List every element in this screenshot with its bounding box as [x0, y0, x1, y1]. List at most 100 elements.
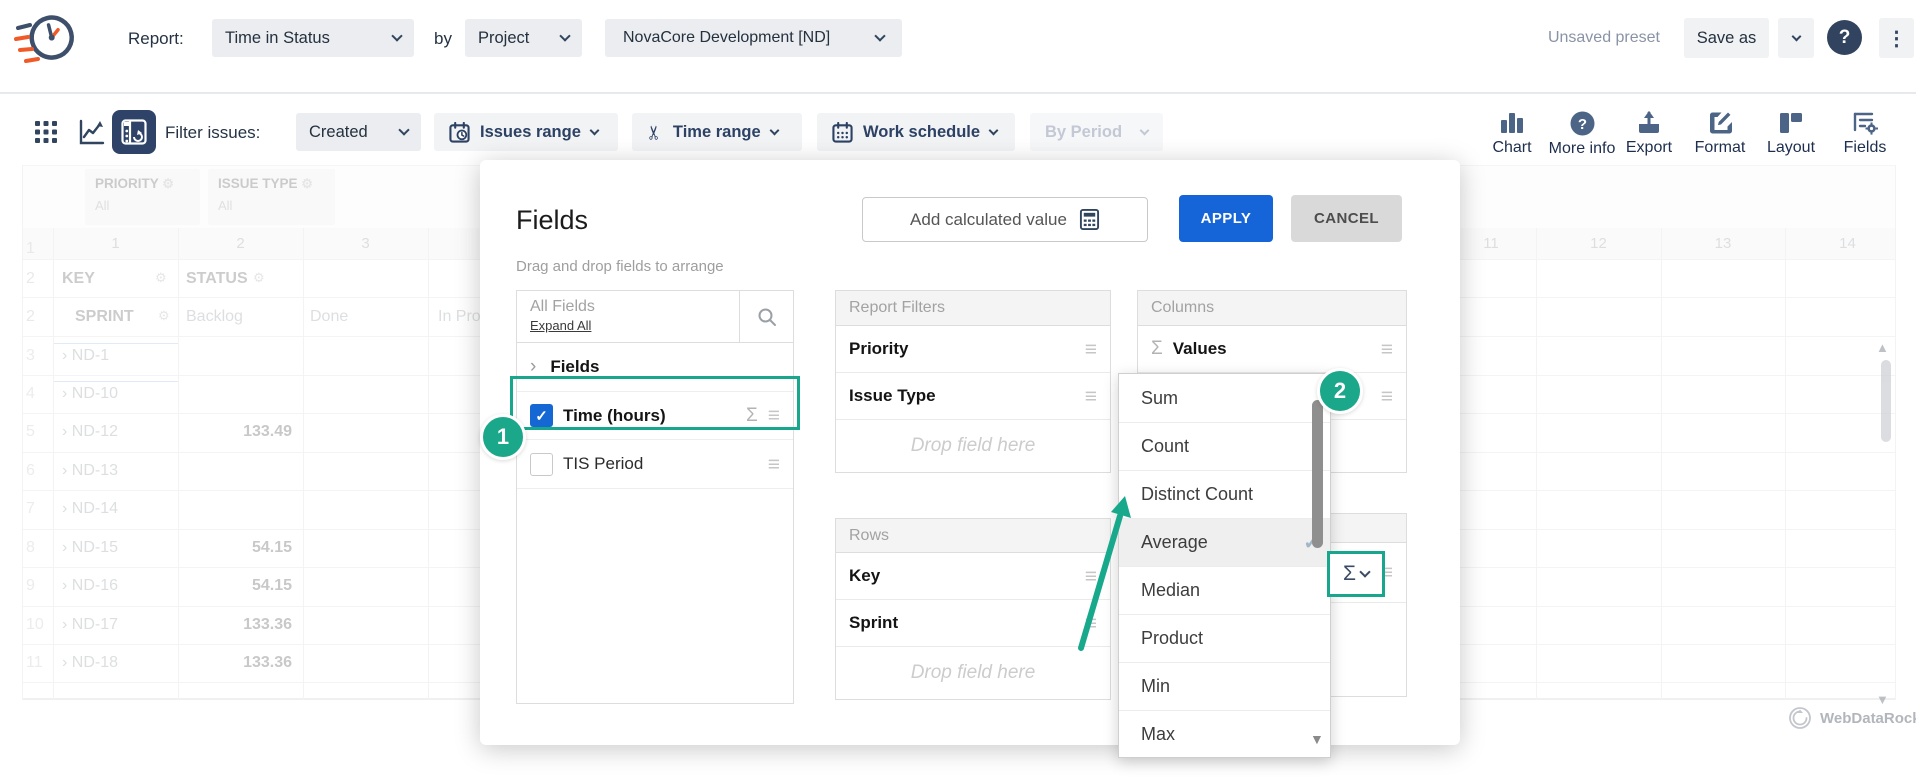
aggregation-selector-button[interactable]: Σ — [1327, 551, 1385, 597]
gear-icon[interactable]: ⚙ — [162, 176, 174, 191]
add-calculated-value-button[interactable]: Add calculated value — [862, 197, 1148, 242]
chart-view-button[interactable] — [72, 112, 112, 152]
question-circle-icon: ? — [1569, 110, 1596, 137]
aggregation-option-sum[interactable]: Sum — [1119, 374, 1330, 422]
grid-scrollbar[interactable]: ▲ ▼ — [1873, 340, 1897, 710]
grid-view-button[interactable] — [28, 114, 64, 150]
table-row[interactable]: › ND-14 — [62, 500, 118, 518]
gear-icon[interactable]: ⚙ — [158, 308, 170, 324]
help-button[interactable]: ? — [1827, 20, 1862, 55]
aggregation-option-max[interactable]: Max — [1119, 710, 1330, 757]
report-filters-panel: Report Filters Priority ≡ Issue Type ≡ D… — [835, 290, 1111, 473]
webdatarocks-watermark[interactable]: WebDataRocks — [1788, 706, 1916, 730]
expand-all-link[interactable]: Expand All — [530, 318, 739, 333]
calculator-icon — [1079, 209, 1100, 230]
field-search-button[interactable] — [739, 291, 793, 342]
apply-button[interactable]: APPLY — [1179, 195, 1273, 242]
drag-handle-icon[interactable]: ≡ — [768, 454, 780, 475]
gear-icon[interactable]: ⚙ — [301, 176, 313, 191]
chevron-down-icon — [589, 125, 599, 135]
aggregation-option-count[interactable]: Count — [1119, 422, 1330, 470]
aggregation-option-median[interactable]: Median — [1119, 566, 1330, 614]
row-number: 4 — [26, 385, 35, 403]
issues-range-chip[interactable]: Issues range — [434, 113, 618, 151]
kebab-menu-button[interactable]: ⋮ — [1879, 18, 1914, 58]
expander-icon[interactable]: › — [62, 654, 67, 671]
report-filters-dropzone[interactable]: Drop field here — [836, 420, 1110, 472]
table-row[interactable]: › ND-10 — [62, 385, 118, 403]
layout-action-button[interactable]: Layout — [1757, 110, 1825, 157]
save-as-dropdown-button[interactable] — [1778, 18, 1814, 58]
issue-key: ND-18 — [72, 654, 118, 671]
scroll-up-icon[interactable]: ▲ — [1876, 340, 1889, 355]
issue-type-filter-chip[interactable]: ISSUE TYPE ⚙ All — [208, 169, 335, 225]
step1-badge: 1 — [480, 414, 526, 460]
pivot-view-button[interactable] — [112, 110, 156, 154]
aggregation-option-product[interactable]: Product — [1119, 614, 1330, 662]
expander-icon[interactable]: › — [62, 500, 67, 517]
header-divider — [0, 92, 1916, 94]
time-range-chip[interactable]: ✂ Time range — [632, 113, 802, 151]
app-logo — [14, 8, 80, 70]
export-action-button[interactable]: Export — [1616, 110, 1682, 157]
chevron-down-icon — [1140, 125, 1150, 135]
format-action-button[interactable]: Format — [1686, 110, 1754, 157]
expander-icon[interactable]: › — [62, 577, 67, 594]
chart-action-button[interactable]: Chart — [1477, 110, 1547, 157]
drag-handle-icon[interactable]: ≡ — [1381, 386, 1393, 407]
filter-field-priority[interactable]: Priority ≡ — [836, 326, 1110, 373]
aggregation-option-min[interactable]: Min — [1119, 662, 1330, 710]
table-row[interactable]: › ND-15 — [62, 539, 118, 557]
issue-key: ND-16 — [72, 577, 118, 594]
webdatarocks-icon — [1788, 706, 1812, 730]
dropdown-scrollbar-thumb[interactable] — [1312, 400, 1323, 548]
field-item-tis-period[interactable]: TIS Period ≡ — [517, 439, 793, 489]
checkbox-unchecked-icon[interactable] — [530, 453, 553, 476]
table-row[interactable]: › ND-13 — [62, 462, 118, 480]
gear-icon[interactable]: ⚙ — [253, 270, 265, 286]
drag-handle-icon[interactable]: ≡ — [1381, 339, 1393, 360]
sprint-header: SPRINT — [75, 308, 134, 326]
row-number: 10 — [26, 616, 44, 634]
row-number: 2 — [26, 308, 35, 326]
table-row[interactable]: › ND-12 — [62, 423, 118, 441]
save-as-button[interactable]: Save as — [1684, 18, 1769, 58]
field-label: Values — [1173, 339, 1371, 359]
drag-handle-icon[interactable]: ≡ — [1085, 386, 1097, 407]
column-number: 1 — [53, 235, 178, 252]
gear-icon[interactable]: ⚙ — [155, 270, 167, 286]
issue-filter-select[interactable]: Created — [296, 113, 421, 151]
drag-handle-icon[interactable]: ≡ — [1085, 339, 1097, 360]
expander-icon[interactable]: › — [530, 356, 536, 378]
table-row[interactable]: › ND-16 — [62, 577, 118, 595]
app-window: Report: Time in Status by Project NovaCo… — [0, 0, 1916, 779]
aggregation-option-distinct-count[interactable]: Distinct Count — [1119, 470, 1330, 518]
scroll-down-icon[interactable]: ▼ — [1876, 692, 1889, 707]
table-row[interactable]: › ND-18 — [62, 654, 118, 672]
cancel-button[interactable]: CANCEL — [1291, 195, 1402, 242]
filter-field-issue-type[interactable]: Issue Type ≡ — [836, 373, 1110, 420]
field-item-label: TIS Period — [563, 454, 758, 474]
expander-icon[interactable]: › — [62, 423, 67, 440]
aggregation-option-average[interactable]: Average ✓ — [1119, 518, 1330, 566]
expander-icon[interactable]: › — [62, 385, 67, 402]
expander-icon[interactable]: › — [62, 462, 67, 479]
table-row[interactable]: › ND-17 — [62, 616, 118, 634]
group-by-select[interactable]: Project — [465, 19, 582, 57]
issues-range-label: Issues range — [480, 123, 581, 142]
work-schedule-chip[interactable]: Work schedule — [817, 113, 1015, 151]
columns-field-values[interactable]: Σ Values ≡ — [1138, 326, 1406, 373]
chart-action-label: Chart — [1492, 139, 1531, 157]
scrollbar-thumb[interactable] — [1881, 360, 1891, 442]
project-select[interactable]: NovaCore Development [ND] — [605, 19, 902, 57]
dropdown-scroll-down-icon[interactable]: ▼ — [1310, 731, 1324, 747]
priority-filter-chip[interactable]: PRIORITY ⚙ All — [85, 169, 200, 225]
expander-icon[interactable]: › — [62, 539, 67, 556]
cell-value: 133.49 — [182, 423, 292, 441]
by-period-label: By Period — [1045, 123, 1122, 142]
apply-label: APPLY — [1201, 210, 1252, 227]
report-type-select[interactable]: Time in Status — [212, 19, 414, 57]
fields-action-button[interactable]: Fields — [1832, 110, 1898, 157]
more-info-action-button[interactable]: ? More info — [1542, 110, 1622, 158]
expander-icon[interactable]: › — [62, 616, 67, 633]
